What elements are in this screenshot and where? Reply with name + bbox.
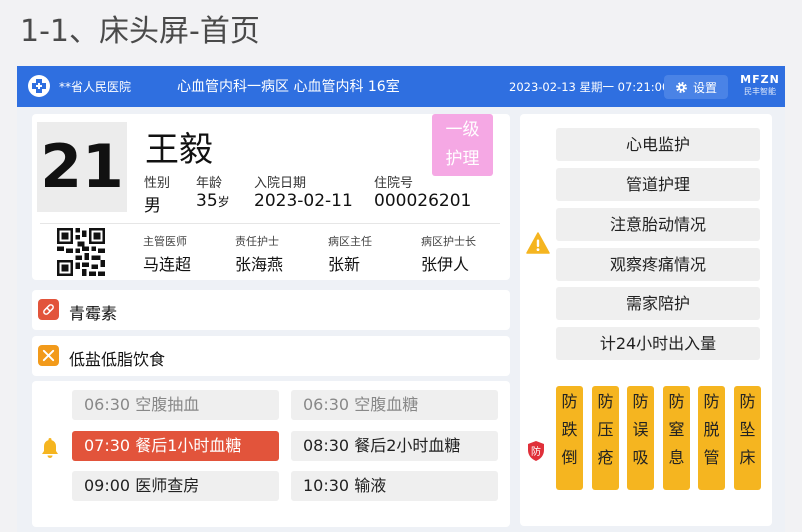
prevention-char: 防 (739, 392, 756, 411)
bell-icon (42, 438, 58, 458)
schedule-item[interactable]: 10:30 输液 (291, 471, 498, 501)
prevention-char: 脱 (703, 420, 720, 439)
settings-button[interactable]: 设置 (664, 75, 728, 99)
doctor-name: 马连超 (143, 255, 192, 274)
prevention-aspiration[interactable]: 防误吸 (627, 386, 654, 490)
care-item[interactable]: 注意胎动情况 (556, 208, 760, 241)
prevention-char: 防 (703, 392, 720, 411)
datetime: 2023-02-13 星期一 07:21:00 (509, 80, 670, 94)
gender-label: 性别 (144, 176, 171, 191)
prevention-char: 防 (561, 392, 578, 411)
settings-label: 设置 (692, 80, 717, 95)
bed-number: 21 (37, 122, 127, 212)
patient-card: 21 王毅 一级 护理 性别 男 年龄 35岁 入院日期 2023-02-11 … (32, 114, 510, 280)
care-item[interactable]: 需家陪护 (556, 287, 760, 320)
prevention-tube-dislodge[interactable]: 防脱管 (698, 386, 725, 490)
hospital-name: **省人民医院 (59, 80, 132, 94)
prevention-char: 防 (668, 392, 685, 411)
prevention-char: 吸 (632, 448, 649, 467)
allergy-card: 青霉素 (32, 290, 510, 330)
prevention-char: 疮 (597, 448, 614, 467)
prevention-char: 防 (597, 392, 614, 411)
prevention-fall[interactable]: 防跌倒 (556, 386, 583, 490)
qr-code-icon[interactable] (57, 228, 105, 276)
care-level-line2: 护理 (445, 149, 480, 169)
age-number: 35 (196, 191, 218, 211)
age-label: 年龄 (196, 176, 223, 191)
prevention-char: 窒 (668, 420, 685, 439)
care-item[interactable]: 观察疼痛情况 (556, 248, 760, 281)
prevention-char: 防 (632, 392, 649, 411)
admit-date-value: 2023-02-11 (254, 191, 353, 211)
schedule-item[interactable]: 08:30 餐后2小时血糖 (291, 431, 498, 461)
page-heading: 1-1、床头屏-首页 (20, 14, 260, 49)
director-label: 病区主任 (328, 235, 372, 248)
age-value: 35岁 (196, 191, 230, 211)
nursing-panel: 心电监护 管道护理 注意胎动情况 观察疼痛情况 需家陪护 计24小时出入量 防 … (520, 114, 772, 526)
schedule-card: 06:30 空腹抽血 06:30 空腹血糖 07:30 餐后1小时血糖 08:3… (32, 381, 510, 527)
pill-icon (38, 299, 59, 320)
schedule-item[interactable]: 06:30 空腹血糖 (291, 390, 498, 420)
prevention-pressure-sore[interactable]: 防压疮 (592, 386, 619, 490)
shield-icon: 防 (528, 441, 544, 461)
prevention-char: 坠 (739, 420, 756, 439)
nurse-name: 张海燕 (235, 255, 284, 274)
brand-name: MFZN (740, 73, 780, 86)
schedule-item[interactable]: 06:30 空腹抽血 (72, 390, 279, 420)
bedside-screen: **省人民医院 心血管内科一病区 心血管内科 16室 2023-02-13 星期… (17, 66, 785, 532)
care-item[interactable]: 管道护理 (556, 168, 760, 201)
prevention-char: 倒 (561, 448, 578, 467)
brand-logo: MFZN 民丰智能 (738, 73, 782, 101)
care-item[interactable]: 心电监护 (556, 128, 760, 161)
admit-date-label: 入院日期 (254, 176, 307, 191)
prevention-char: 压 (597, 420, 614, 439)
allergy-text: 青霉素 (69, 304, 118, 323)
gear-icon (676, 81, 687, 93)
prevention-char: 床 (739, 448, 756, 467)
head-nurse-name: 张伊人 (421, 255, 470, 274)
brand-subtitle: 民丰智能 (744, 87, 776, 96)
diet-card: 低盐低脂饮食 (32, 336, 510, 376)
schedule-item-current[interactable]: 07:30 餐后1小时血糖 (72, 431, 279, 461)
utensils-icon (38, 345, 59, 366)
prevention-bed-fall[interactable]: 防坠床 (734, 386, 761, 490)
schedule-item[interactable]: 09:00 医师查房 (72, 471, 279, 501)
care-level-badge: 一级 护理 (432, 114, 493, 176)
age-unit: 岁 (217, 195, 230, 209)
shield-label: 防 (531, 445, 541, 458)
ward-name: 心血管内科一病区 心血管内科 16室 (177, 79, 400, 95)
director-name: 张新 (328, 255, 361, 274)
diet-text: 低盐低脂饮食 (69, 350, 166, 369)
care-item[interactable]: 计24小时出入量 (556, 327, 760, 360)
doctor-label: 主管医师 (143, 235, 187, 248)
prevention-suffocation[interactable]: 防窒息 (663, 386, 690, 490)
head-nurse-label: 病区护士长 (421, 235, 476, 248)
prevention-char: 息 (668, 448, 685, 467)
prevention-char: 误 (632, 420, 649, 439)
top-bar: **省人民医院 心血管内科一病区 心血管内科 16室 2023-02-13 星期… (17, 66, 785, 107)
divider (40, 223, 500, 224)
hospital-logo-icon (28, 75, 50, 97)
nurse-label: 责任护士 (235, 235, 279, 248)
patient-name: 王毅 (145, 130, 213, 170)
gender-value: 男 (144, 196, 161, 216)
inpatient-no-label: 住院号 (374, 176, 414, 191)
prevention-char: 跌 (561, 420, 578, 439)
warning-icon (526, 232, 550, 254)
prevention-char: 管 (703, 448, 720, 467)
inpatient-no-value: 000026201 (374, 191, 472, 211)
care-level-line1: 一级 (445, 120, 480, 140)
